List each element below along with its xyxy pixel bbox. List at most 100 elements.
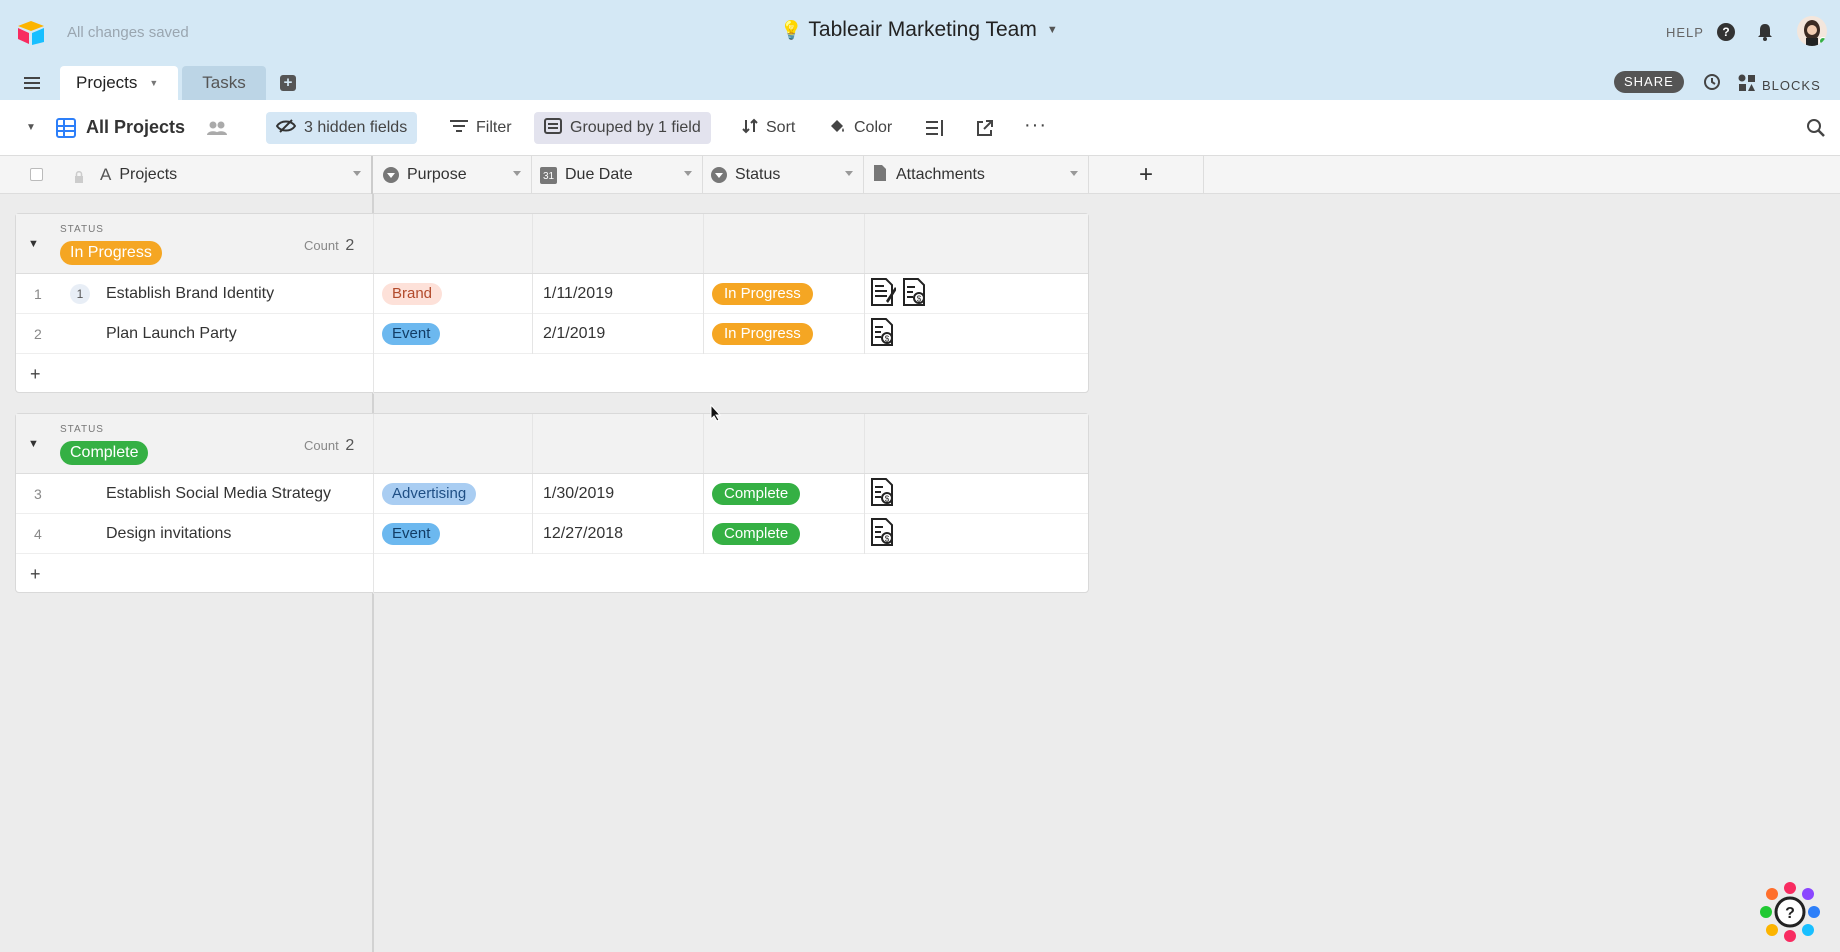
add-row-icon[interactable]: +	[30, 554, 41, 594]
cell-purpose[interactable]: Advertising	[382, 474, 477, 514]
group-header: ▼ STATUS In Progress Count 2	[16, 214, 1088, 274]
group-button[interactable]: Grouped by 1 field	[534, 112, 711, 144]
people-icon[interactable]	[206, 120, 228, 141]
airtable-logo-icon[interactable]	[16, 20, 46, 51]
status-badge: Complete	[712, 483, 801, 505]
share-view-icon[interactable]	[976, 119, 994, 142]
group-count-label: Count	[304, 438, 339, 453]
filter-button[interactable]: Filter	[440, 112, 522, 144]
collapse-group-icon[interactable]: ▼	[28, 238, 39, 250]
svg-text:?: ?	[1785, 905, 1795, 922]
column-header-status[interactable]: Status	[703, 156, 864, 194]
cell-due-date[interactable]: 1/30/2019	[543, 474, 614, 514]
color-button[interactable]: Color	[818, 112, 902, 144]
cell-due-date[interactable]: 12/27/2018	[543, 514, 623, 554]
hidden-fields-button[interactable]: 3 hidden fields	[266, 112, 418, 144]
chevron-down-icon[interactable]	[684, 171, 692, 176]
help-icon[interactable]: ?	[1717, 23, 1735, 41]
cell-attachments[interactable]: $	[870, 514, 902, 554]
group-value-badge: Complete	[60, 441, 149, 465]
cell-purpose[interactable]: Event	[382, 314, 441, 354]
table-row[interactable]: 3 Establish Social Media Strategy Advert…	[16, 474, 1088, 514]
cell-purpose[interactable]: Event	[382, 514, 441, 554]
document-icon[interactable]: $	[870, 477, 902, 512]
cell-attachments[interactable]: $	[870, 274, 934, 314]
column-header-purpose[interactable]: Purpose	[375, 156, 532, 194]
base-title-area[interactable]: 💡 Tableair Marketing Team ▼	[780, 18, 1058, 42]
cell-due-date[interactable]: 2/1/2019	[543, 314, 605, 354]
tab-projects-label: Projects	[76, 73, 138, 92]
cell-status[interactable]: Complete	[712, 474, 801, 514]
chevron-down-icon[interactable]	[353, 171, 361, 176]
avatar[interactable]	[1797, 16, 1827, 46]
group-label: Grouped by 1 field	[570, 119, 701, 136]
blocks-button[interactable]: BLOCKS	[1738, 74, 1821, 97]
menu-icon[interactable]	[24, 76, 40, 95]
document-icon[interactable]: $	[870, 317, 902, 352]
purpose-badge: Advertising	[382, 483, 477, 505]
column-header-label: Attachments	[896, 166, 985, 183]
search-icon[interactable]	[1806, 118, 1826, 143]
column-header-label: Projects	[119, 166, 178, 183]
cell-project[interactable]: Design invitations	[106, 514, 231, 554]
add-row-button[interactable]: +	[16, 554, 1088, 594]
cell-status[interactable]: In Progress	[712, 274, 813, 314]
svg-text:$: $	[885, 534, 890, 543]
group-value-badge: In Progress	[60, 241, 162, 265]
document-icon[interactable]: $	[870, 517, 902, 552]
cell-project[interactable]: Establish Social Media Strategy	[106, 474, 331, 514]
tab-tasks[interactable]: Tasks	[182, 66, 266, 100]
cell-project[interactable]: Establish Brand Identity	[106, 274, 274, 314]
cell-purpose[interactable]: Brand	[382, 274, 443, 314]
row-height-icon[interactable]	[926, 120, 944, 141]
sort-button[interactable]: Sort	[732, 112, 805, 144]
table-row[interactable]: 2 Plan Launch Party Event 2/1/2019 In Pr…	[16, 314, 1088, 354]
single-select-icon	[383, 167, 399, 183]
row-number: 3	[34, 486, 42, 502]
help-link[interactable]: HELP	[1666, 25, 1704, 40]
table-row[interactable]: 4 Design invitations Event 12/27/2018 Co…	[16, 514, 1088, 554]
column-header-projects[interactable]: A Projects	[100, 156, 373, 194]
chevron-down-icon[interactable]	[1070, 171, 1078, 176]
chevron-down-icon[interactable]: ▼	[1047, 24, 1058, 36]
add-row-icon[interactable]: +	[30, 354, 41, 394]
bell-icon[interactable]	[1756, 22, 1774, 47]
cell-attachments[interactable]: $	[870, 474, 902, 514]
blocks-label: BLOCKS	[1762, 78, 1821, 93]
add-table-icon[interactable]: +	[280, 75, 296, 91]
attachment-field-icon	[874, 164, 886, 186]
chevron-down-icon[interactable]	[845, 171, 853, 176]
group-count-label: Count	[304, 238, 339, 253]
select-all-checkbox[interactable]	[30, 168, 43, 181]
base-title[interactable]: Tableair Marketing Team	[808, 18, 1036, 42]
more-icon[interactable]: ···	[1024, 114, 1047, 137]
mouse-cursor-icon	[710, 403, 722, 427]
table-tab-bar: Projects ▼ Tasks + SHARE BLOCKS	[0, 66, 1840, 100]
column-header-due-date[interactable]: 31 Due Date	[532, 156, 703, 194]
collapse-group-icon[interactable]: ▼	[28, 438, 39, 450]
chevron-down-icon[interactable]	[513, 171, 521, 176]
document-icon[interactable]	[870, 277, 902, 312]
tab-projects[interactable]: Projects ▼	[60, 66, 178, 100]
view-name[interactable]: All Projects	[86, 117, 185, 138]
chevron-down-icon[interactable]: ▼	[26, 122, 36, 133]
column-header-attachments[interactable]: Attachments	[864, 156, 1089, 194]
column-header-label: Purpose	[407, 166, 467, 183]
add-row-button[interactable]: +	[16, 354, 1088, 394]
history-icon[interactable]	[1703, 73, 1721, 96]
calendar-icon: 31	[540, 166, 557, 184]
chevron-down-icon[interactable]: ▼	[149, 78, 158, 88]
cell-status[interactable]: Complete	[712, 514, 801, 554]
comment-count-badge[interactable]: 1	[70, 274, 90, 314]
share-button[interactable]: SHARE	[1614, 71, 1684, 93]
table-row[interactable]: 1 1 Establish Brand Identity Brand 1/11/…	[16, 274, 1088, 314]
cell-status[interactable]: In Progress	[712, 314, 813, 354]
document-icon[interactable]: $	[902, 277, 934, 312]
cell-attachments[interactable]: $	[870, 314, 902, 354]
cell-project[interactable]: Plan Launch Party	[106, 314, 237, 354]
cell-due-date[interactable]: 1/11/2019	[543, 274, 613, 314]
help-widget-icon[interactable]: ?	[1758, 880, 1822, 944]
add-field-button[interactable]: +	[1089, 156, 1204, 194]
group-count-value: 2	[345, 437, 355, 454]
purpose-badge: Event	[382, 523, 441, 545]
